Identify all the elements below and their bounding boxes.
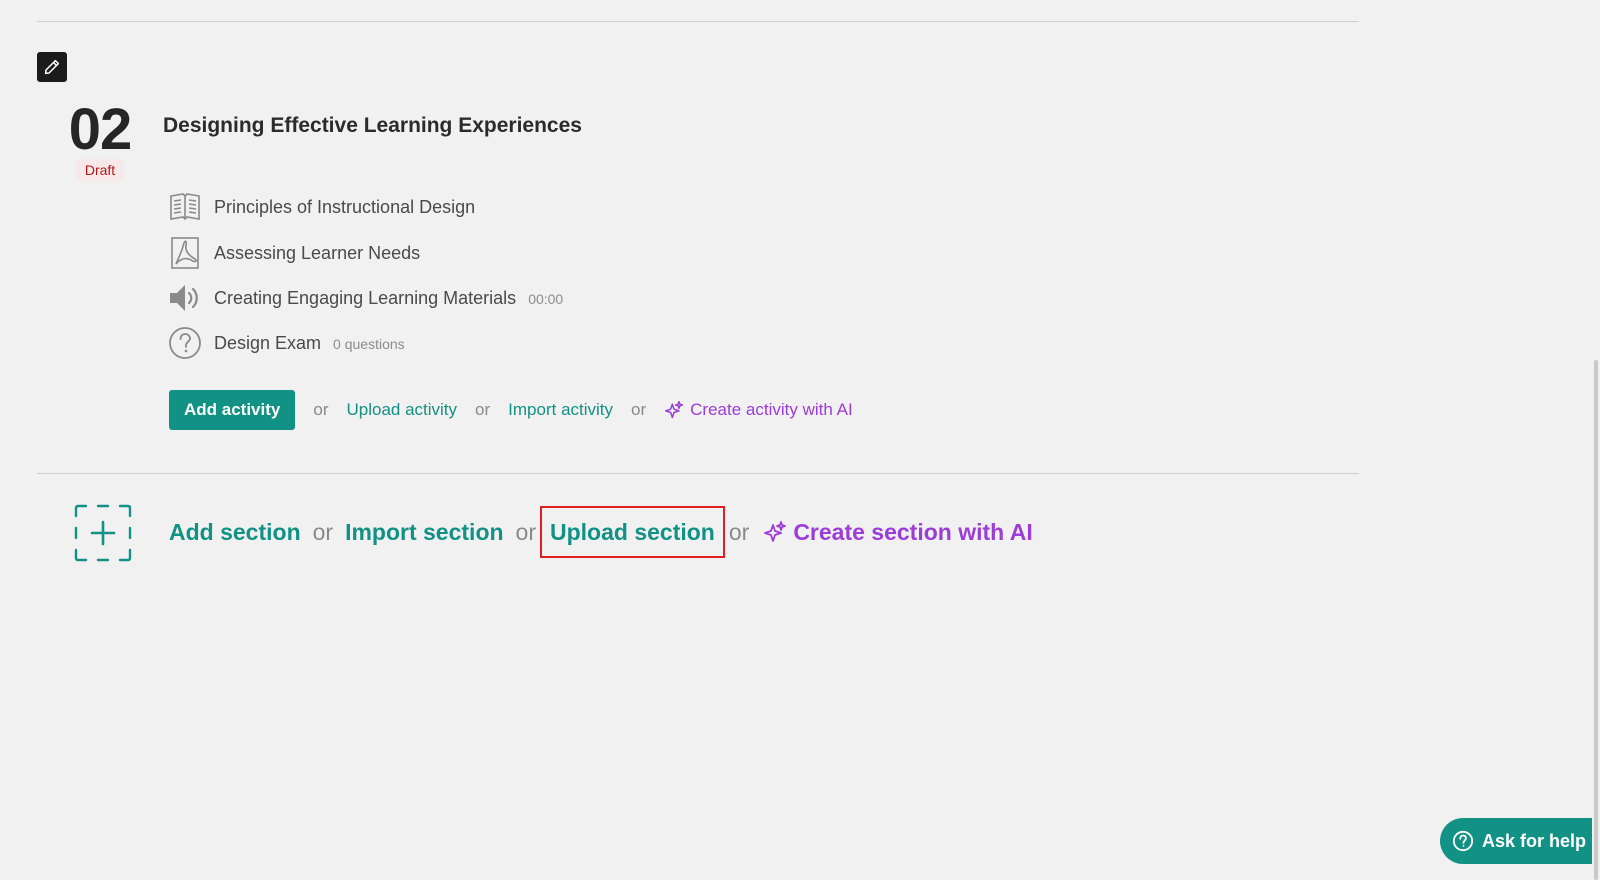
status-badge: Draft [76,159,124,181]
create-activity-ai-label: Create activity with AI [690,400,853,419]
help-circle-icon [1452,830,1474,852]
course-outline-page: 02 Draft Designing Effective Learning Ex… [0,0,1600,880]
or-separator: or [515,518,536,545]
or-separator: or [475,400,491,419]
section-title[interactable]: Designing Effective Learning Experiences [163,114,582,138]
sparkle-icon [764,521,787,542]
section-divider [37,473,1359,474]
section-actions: Add section or Import section or Upload … [169,506,1033,558]
ask-for-help-button[interactable]: Ask for help [1440,818,1594,864]
activity-duration: 00:00 [528,291,564,307]
scrollbar-thumb[interactable] [1594,360,1598,880]
import-activity-link[interactable]: Import activity [508,400,613,420]
activity-question-count: 0 questions [333,336,405,352]
top-divider [37,21,1359,22]
activity-label: Design Exam [214,332,322,353]
activity-item[interactable]: Assessing Learner Needs [168,236,420,270]
book-icon [168,190,202,224]
activity-item[interactable]: Principles of Instructional Design [168,190,475,224]
create-section-ai-link[interactable]: Create section with AI [763,518,1033,546]
activity-item[interactable]: Creating Engaging Learning Materials 00:… [168,281,563,315]
section-number: 02 [68,97,133,162]
upload-activity-link[interactable]: Upload activity [346,400,457,420]
import-section-link[interactable]: Import section [345,519,503,546]
activity-label: Assessing Learner Needs [214,242,421,263]
pencil-icon [44,59,60,75]
question-icon [168,326,202,360]
or-separator: or [313,400,329,419]
activity-actions: Add activity or Upload activity or Impor… [169,390,853,430]
add-section-icon[interactable] [74,504,132,562]
upload-section-link[interactable]: Upload section [550,519,715,546]
create-section-ai-label: Create section with AI [793,518,1033,545]
activity-item[interactable]: Design Exam 0 questions [168,326,405,360]
add-section-link[interactable]: Add section [169,519,301,546]
pdf-icon [168,236,202,270]
or-separator: or [728,518,750,545]
create-activity-ai-link[interactable]: Create activity with AI [664,400,853,420]
sparkle-icon [665,400,684,419]
audio-icon [168,281,202,315]
add-activity-button[interactable]: Add activity [169,390,296,430]
activity-label: Creating Engaging Learning Materials [214,287,517,308]
edit-section-button[interactable] [37,52,67,82]
ask-for-help-label: Ask for help [1482,830,1587,851]
or-separator: or [312,518,334,545]
upload-section-highlight: Upload section [540,506,725,558]
activity-label: Principles of Instructional Design [214,196,476,217]
or-separator: or [631,400,647,419]
